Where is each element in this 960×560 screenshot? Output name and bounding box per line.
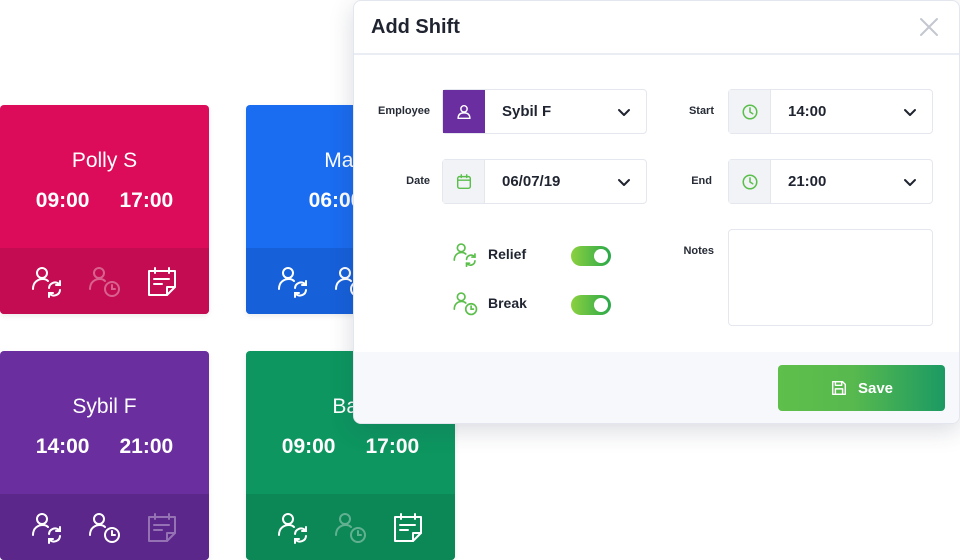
- dialog-title: Add Shift: [371, 16, 460, 38]
- employee-label: Employee: [378, 105, 430, 117]
- employee-value: Sybil F: [502, 103, 552, 120]
- shift-end: 17:00: [365, 435, 420, 458]
- end-label: End: [691, 175, 712, 187]
- relief-label: Relief: [488, 246, 527, 262]
- dialog-footer: Save: [354, 352, 959, 423]
- shift-start: 09:00: [281, 435, 336, 458]
- date-select[interactable]: 06/07/19: [442, 159, 647, 204]
- shift-times: 09:00 17:00: [0, 189, 209, 213]
- shift-times: 09:00 17:00: [246, 435, 455, 459]
- user-icon: [457, 104, 471, 119]
- notes-icon[interactable]: [144, 263, 180, 299]
- notes-label: Notes: [683, 245, 714, 257]
- clock-icon: [741, 173, 758, 190]
- close-icon: [920, 18, 938, 36]
- relief-icon[interactable]: [29, 263, 65, 299]
- relief-icon[interactable]: [275, 509, 311, 545]
- shift-end: 17:00: [119, 189, 174, 212]
- break-toggle[interactable]: [571, 295, 611, 315]
- break-icon[interactable]: [86, 263, 122, 299]
- shift-times: 14:00 21:00: [0, 435, 209, 459]
- toggle-knob: [594, 298, 608, 312]
- save-button[interactable]: Save: [778, 365, 945, 411]
- start-time-value: 14:00: [788, 103, 827, 120]
- shift-card-header: Polly S 09:00 17:00: [0, 105, 209, 248]
- clock-icon: [741, 103, 758, 120]
- shift-planner: Polly S 09:00 17:00 Manu 06:00 Sybil F 1…: [0, 0, 960, 560]
- relief-icon: [453, 243, 476, 267]
- shift-card[interactable]: Sybil F 14:00 21:00: [0, 351, 209, 560]
- chevron-down-icon: [888, 90, 932, 133]
- break-icon[interactable]: [86, 509, 122, 545]
- shift-end: 21:00: [119, 435, 174, 458]
- shift-card-header: Sybil F 14:00 21:00: [0, 351, 209, 494]
- save-icon: [831, 380, 846, 396]
- employee-name: Sybil F: [72, 395, 137, 418]
- chevron-down-icon: [888, 160, 932, 203]
- end-select-prefix: [729, 160, 771, 203]
- close-button[interactable]: [917, 15, 941, 39]
- relief-row: Relief: [452, 241, 526, 267]
- chevron-down-icon: [602, 90, 646, 133]
- relief-toggle[interactable]: [571, 246, 611, 266]
- date-label: Date: [406, 175, 430, 187]
- shift-card-actions: [0, 494, 209, 560]
- dialog-header: Add Shift: [354, 1, 959, 55]
- break-row: Break: [452, 290, 527, 316]
- shift-card[interactable]: Polly S 09:00 17:00: [0, 105, 209, 314]
- notes-icon[interactable]: [144, 509, 180, 545]
- toggle-knob: [594, 249, 608, 263]
- notes-icon[interactable]: [390, 509, 426, 545]
- employee-select-prefix: [443, 90, 485, 133]
- relief-icon[interactable]: [275, 263, 311, 299]
- calendar-icon: [456, 173, 471, 189]
- shift-start: 14:00: [35, 435, 90, 458]
- relief-icon[interactable]: [29, 509, 65, 545]
- chevron-down-icon: [602, 160, 646, 203]
- notes-textarea[interactable]: [728, 229, 933, 326]
- date-value: 06/07/19: [502, 173, 561, 190]
- break-icon[interactable]: [332, 509, 368, 545]
- end-time-value: 21:00: [788, 173, 827, 190]
- date-select-prefix: [443, 160, 485, 203]
- start-select-prefix: [729, 90, 771, 133]
- add-shift-dialog: Add Shift Employee Sybil F Date 06/07/19…: [353, 0, 960, 424]
- employee-name: Polly S: [71, 149, 138, 172]
- start-time-select[interactable]: 14:00: [728, 89, 933, 134]
- start-label: Start: [688, 105, 714, 117]
- shift-start: 09:00: [35, 189, 90, 212]
- employee-select[interactable]: Sybil F: [442, 89, 647, 134]
- shift-card-actions: [0, 248, 209, 314]
- save-label: Save: [857, 379, 894, 397]
- end-time-select[interactable]: 21:00: [728, 159, 933, 204]
- break-label: Break: [488, 295, 527, 311]
- break-icon: [453, 292, 478, 316]
- dialog-body: Employee Sybil F Date 06/07/19 Start 14:…: [354, 57, 959, 352]
- shift-card-actions: [246, 494, 455, 560]
